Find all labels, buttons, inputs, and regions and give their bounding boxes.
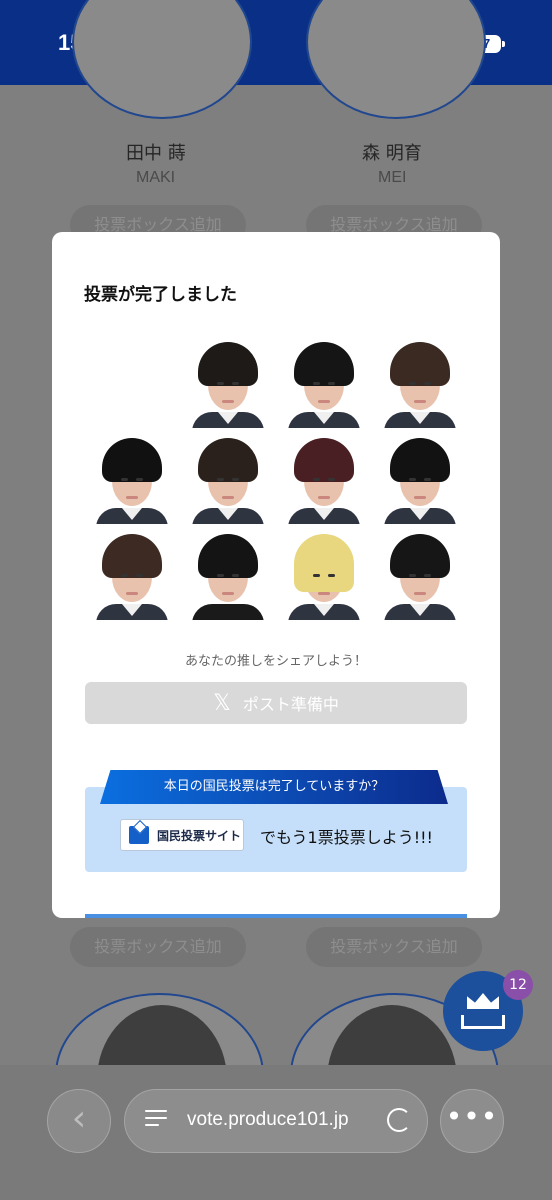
member-photo <box>286 534 362 620</box>
vote-complete-modal: 投票が完了しました あなたの推しをシェアしよう！ 𝕏 ポスト準備中 本日の国民投… <box>52 232 500 918</box>
member-photo <box>286 438 362 524</box>
member-photo <box>190 342 266 428</box>
member-name: 森 明育 <box>362 143 422 164</box>
back-button[interactable]: ‹ <box>47 1089 111 1153</box>
member-roman: MEI <box>378 169 407 186</box>
ballot-box-icon <box>129 826 149 844</box>
member-photo <box>382 534 458 620</box>
add-vote-box-button[interactable]: 投票ボックス追加 <box>306 927 482 967</box>
modal-title: 投票が完了しました <box>84 285 237 305</box>
national-vote-question: 本日の国民投票は完了していますか？ <box>100 770 448 804</box>
national-vote-site-button[interactable]: 国民投票サイト <box>120 819 244 851</box>
post-button-label: ポスト準備中 <box>242 695 339 714</box>
more-button[interactable]: ••• <box>440 1089 504 1153</box>
member-photo <box>94 438 170 524</box>
member-name: 田中 蒔 <box>126 143 186 164</box>
ballot-crown-icon <box>467 993 499 1009</box>
member-photo-circle <box>72 0 252 119</box>
x-logo-icon: 𝕏 <box>213 690 231 716</box>
back-icon: ‹ <box>71 1098 87 1139</box>
modal-divider <box>85 914 467 918</box>
member-photo <box>94 534 170 620</box>
add-vote-box-button[interactable]: 投票ボックス追加 <box>70 927 246 967</box>
reload-icon[interactable] <box>387 1108 411 1132</box>
member-photo <box>190 534 266 620</box>
member-photo-circle <box>306 0 486 119</box>
post-button[interactable]: 𝕏 ポスト準備中 <box>85 682 467 724</box>
member-photo <box>286 342 362 428</box>
tabs-icon[interactable] <box>145 1110 167 1132</box>
fab-badge: 12 <box>503 970 533 1000</box>
more-icon: ••• <box>445 1100 499 1133</box>
site-button-label: 国民投票サイト <box>157 828 242 843</box>
member-photo <box>382 438 458 524</box>
member-roman: MAKI <box>136 169 176 186</box>
vote-again-text: でもう1票投票しよう!!! <box>260 828 433 847</box>
share-prompt: あなたの推しをシェアしよう！ <box>184 654 367 669</box>
url-text: vote.produce101.jp <box>187 1109 349 1130</box>
address-bar[interactable]: vote.produce101.jp <box>124 1089 428 1153</box>
member-photo <box>190 438 266 524</box>
member-photo <box>382 342 458 428</box>
